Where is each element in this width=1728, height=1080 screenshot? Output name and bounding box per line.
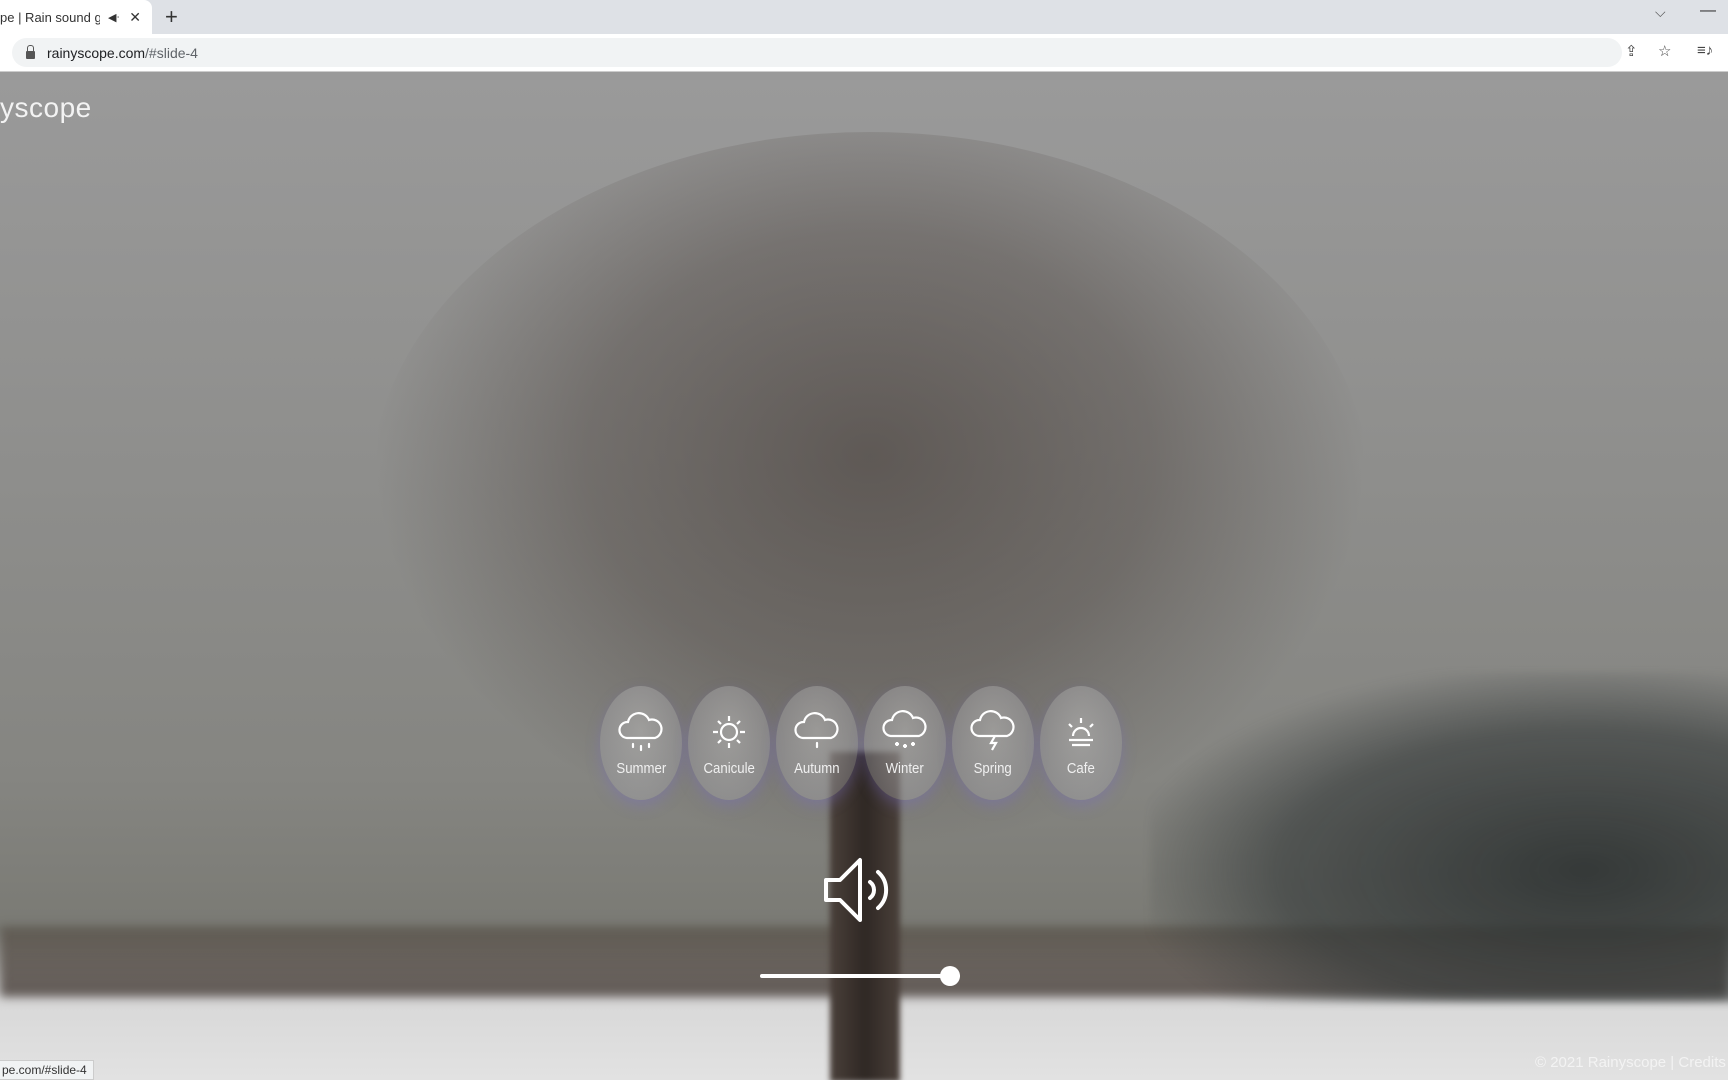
status-bar-url: pe.com/#slide-4	[0, 1060, 94, 1080]
cloud-snow-icon	[882, 709, 927, 748]
ambience-selector: Summer Canicule Autumn Winter Spring Caf…	[600, 686, 1122, 800]
lock-icon[interactable]	[26, 44, 35, 59]
ambience-label: Canicule	[703, 759, 755, 777]
ambience-canicule-button[interactable]: Canicule	[688, 686, 770, 800]
sun-icon	[713, 715, 745, 748]
tab-strip: pe | Rain sound g ◀ᐧ ✕ + ⌵ —	[0, 0, 1728, 34]
sunrise-icon	[1068, 717, 1094, 746]
media-control-icon[interactable]: ≡♪	[1697, 42, 1713, 59]
share-icon[interactable]: ⇪	[1625, 42, 1638, 60]
browser-tab[interactable]: pe | Rain sound g ◀ᐧ ✕	[0, 0, 152, 34]
url-host: rainyscope.com	[47, 44, 146, 61]
ambience-label: Winter	[885, 759, 925, 777]
bookmark-star-icon[interactable]: ☆	[1658, 42, 1671, 60]
ambience-autumn-button[interactable]: Autumn	[776, 686, 858, 800]
volume-track[interactable]	[760, 974, 960, 978]
address-bar[interactable]: rainyscope.com/#slide-4	[12, 38, 1622, 67]
tab-search-chevron-icon[interactable]: ⌵	[1655, 4, 1666, 21]
forest-image	[1150, 672, 1728, 1002]
url-path: /#slide-4	[145, 44, 198, 61]
tab-close-icon[interactable]: ✕	[129, 9, 141, 26]
ambience-label: Autumn	[794, 759, 840, 777]
ambience-label: Summer	[616, 759, 666, 777]
cloud-lightning-icon	[970, 709, 1015, 751]
minimize-button[interactable]: —	[1700, 2, 1716, 20]
ambience-cafe-button[interactable]: Cafe	[1040, 686, 1122, 800]
ambience-winter-button[interactable]: Winter	[864, 686, 946, 800]
ambience-spring-button[interactable]: Spring	[952, 686, 1034, 800]
volume-slider[interactable]	[760, 964, 972, 988]
ambience-label: Spring	[973, 759, 1013, 777]
volume-thumb[interactable]	[940, 966, 960, 986]
footer-credits[interactable]: © 2021 Rainyscope | Credits ar	[1535, 1054, 1728, 1071]
ambience-label: Cafe	[1067, 759, 1095, 777]
browser-toolbar: rainyscope.com/#slide-4 ⇪ ☆ ≡♪	[0, 34, 1728, 72]
page-background: yscope Summer Canicule Autumn Winter Spr…	[0, 72, 1728, 1080]
tab-title: pe | Rain sound g	[0, 9, 100, 25]
ambience-summer-button[interactable]: Summer	[600, 686, 682, 800]
tab-audio-icon[interactable]: ◀ᐧ	[108, 11, 119, 24]
new-tab-button[interactable]: +	[165, 4, 178, 30]
site-logo[interactable]: yscope	[0, 92, 92, 124]
speaker-volume-icon[interactable]	[820, 852, 900, 928]
cloud-rain-icon	[618, 711, 663, 751]
cloud-drizzle-icon	[794, 711, 839, 748]
